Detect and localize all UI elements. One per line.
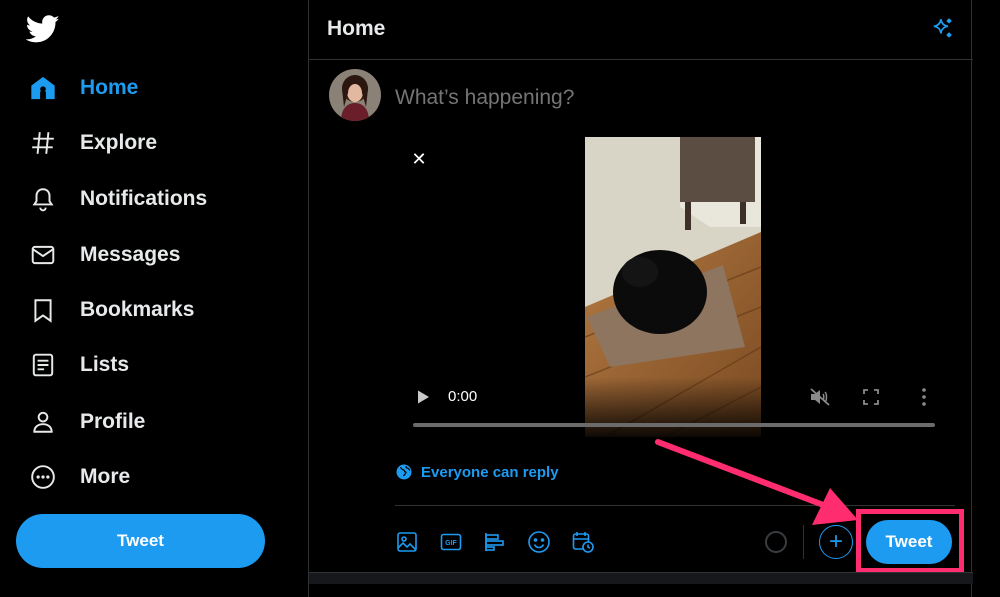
sidebar-item-label: Lists — [80, 353, 130, 376]
page-title: Home — [327, 17, 386, 40]
sidebar-item-messages[interactable]: Messages — [28, 235, 180, 275]
sidebar-tweet-button[interactable]: Tweet — [16, 514, 265, 568]
video-frame — [584, 137, 762, 437]
play-icon[interactable] — [415, 389, 431, 405]
poll-icon[interactable] — [483, 530, 507, 554]
home-icon — [28, 73, 58, 103]
highlight-box — [856, 509, 964, 573]
toolbar-separator — [803, 525, 804, 559]
reply-setting-button[interactable]: Everyone can reply — [395, 463, 559, 481]
schedule-icon[interactable] — [571, 530, 595, 554]
sidebar-item-label: Messages — [80, 243, 181, 266]
envelope-icon — [28, 240, 58, 270]
sidebar-item-home[interactable]: Home — [28, 68, 138, 108]
feed-separator — [309, 572, 973, 584]
sidebar-item-label: Bookmarks — [80, 298, 195, 321]
sidebar-item-profile[interactable]: Profile — [28, 402, 145, 442]
kebab-menu-icon[interactable] — [921, 387, 927, 407]
bookmark-icon — [28, 295, 58, 325]
sparkle-icon[interactable] — [929, 16, 955, 42]
add-thread-button[interactable]: + — [819, 525, 853, 559]
annotation-arrow — [655, 439, 858, 525]
close-icon[interactable]: ✕ — [409, 149, 429, 169]
globe-icon — [396, 464, 412, 480]
more-icon — [28, 462, 58, 492]
video-progress-bar[interactable] — [413, 423, 935, 427]
video-timecode: 0:00 — [448, 388, 478, 405]
avatar[interactable] — [329, 69, 381, 121]
sidebar-item-more[interactable]: More — [28, 457, 130, 497]
mute-icon[interactable] — [809, 387, 831, 407]
svg-text:GIF: GIF — [445, 540, 457, 547]
sidebar-item-explore[interactable]: Explore — [28, 123, 157, 163]
sidebar-item-label: Home — [80, 76, 139, 99]
reply-setting-label: Everyone can reply — [421, 463, 559, 481]
sidebar-item-label: Profile — [80, 410, 146, 433]
list-icon — [28, 350, 58, 380]
character-counter — [765, 531, 787, 553]
sidebar-item-lists[interactable]: Lists — [28, 345, 129, 385]
person-icon — [28, 407, 58, 437]
sidebar-item-label: Notifications — [80, 187, 208, 210]
twitter-logo-icon[interactable] — [26, 12, 60, 46]
timeline-header: Home — [309, 0, 973, 60]
sidebar-item-label: Explore — [80, 131, 158, 154]
image-icon[interactable] — [395, 530, 419, 554]
tweet-compose-input[interactable] — [395, 86, 935, 110]
emoji-icon[interactable] — [527, 530, 551, 554]
gif-icon[interactable]: GIF — [439, 530, 463, 554]
sidebar: Home Explore Notifications Messages Book… — [0, 0, 308, 597]
video-attachment[interactable]: ✕ 0:00 — [395, 137, 955, 437]
bell-icon — [28, 184, 58, 214]
sidebar-item-label: More — [80, 465, 131, 488]
hashtag-icon — [28, 128, 58, 158]
sidebar-item-bookmarks[interactable]: Bookmarks — [28, 290, 194, 330]
fullscreen-icon[interactable] — [863, 389, 879, 405]
sidebar-item-notifications[interactable]: Notifications — [28, 179, 207, 219]
